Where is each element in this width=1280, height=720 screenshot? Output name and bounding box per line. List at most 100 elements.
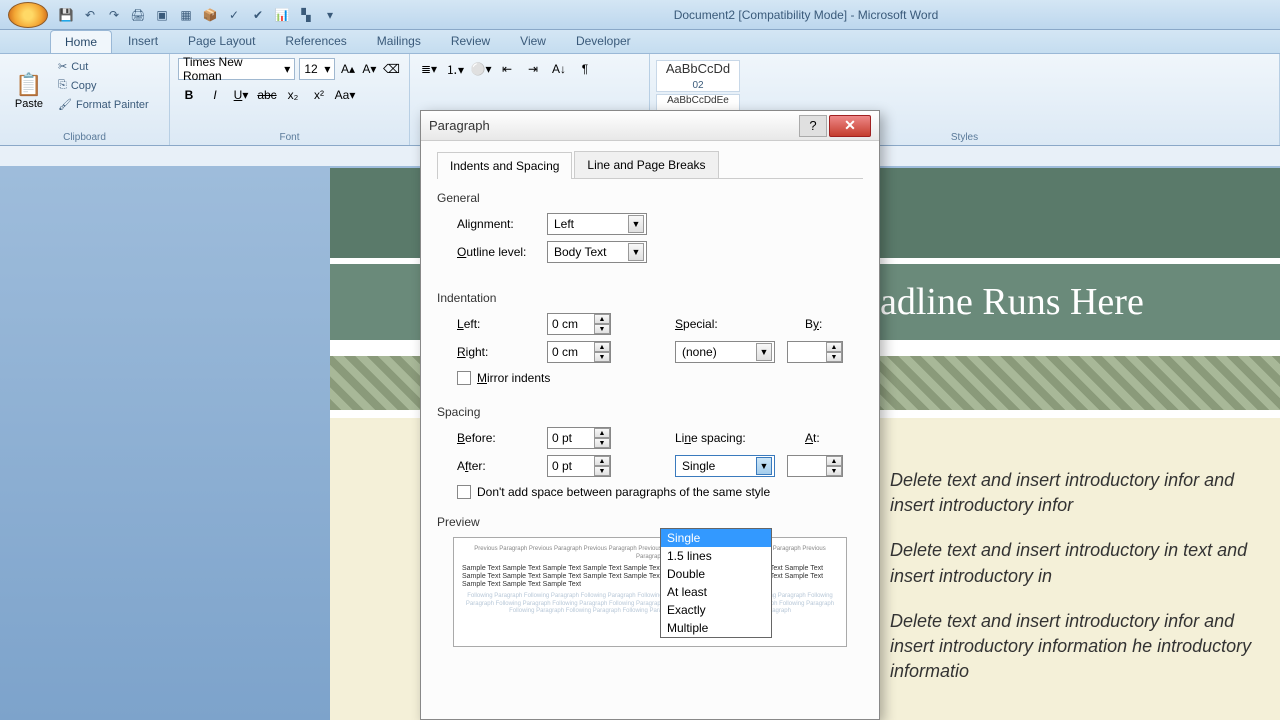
spinner-down-icon[interactable]: ▼ (826, 352, 842, 362)
spinner-up-icon[interactable]: ▲ (594, 456, 610, 466)
tab-line-page-breaks[interactable]: Line and Page Breaks (574, 151, 718, 178)
numbering-button[interactable]: ⒈▾ (444, 58, 466, 80)
paste-label: Paste (15, 98, 43, 110)
copy-button[interactable]: ⎘Copy (54, 77, 153, 94)
clipboard-label: Clipboard (0, 132, 169, 143)
dropdown-option-at-least[interactable]: At least (661, 583, 771, 601)
bold-button[interactable]: B (178, 84, 200, 106)
dialog-help-button[interactable]: ? (799, 115, 827, 137)
dropdown-option-single[interactable]: Single (661, 529, 771, 547)
indent-right-spinner[interactable]: 0 cm▲▼ (547, 341, 611, 363)
spinner-up-icon[interactable]: ▲ (594, 428, 610, 438)
dont-add-space-label: Don't add space between paragraphs of th… (477, 485, 770, 499)
indent-left-spinner[interactable]: 0 cm▲▼ (547, 313, 611, 335)
spellcheck-icon[interactable]: ✓ (224, 5, 244, 25)
spinner-up-icon[interactable]: ▲ (594, 314, 610, 324)
mirror-indents-checkbox[interactable] (457, 371, 471, 385)
print-icon[interactable]: 🖨 (128, 5, 148, 25)
box-icon[interactable]: 📦 (200, 5, 220, 25)
preview-icon[interactable]: ▣ (152, 5, 172, 25)
show-marks-button[interactable]: ¶ (574, 58, 596, 80)
at-spinner[interactable]: ▲▼ (787, 455, 843, 477)
after-spinner[interactable]: 0 pt▲▼ (547, 455, 611, 477)
preview-sample: Sample Text Sample Text Sample Text Samp… (462, 565, 838, 590)
style-item[interactable]: AaBbCcDd02 (656, 60, 740, 92)
strikethrough-button[interactable]: abc (256, 84, 278, 106)
tab-review[interactable]: Review (437, 30, 504, 53)
tab-indents-spacing[interactable]: Indents and Spacing (437, 152, 572, 179)
doc-paragraph[interactable]: Delete text and insert introductory info… (890, 609, 1260, 685)
underline-button[interactable]: U▾ (230, 84, 252, 106)
multilevel-button[interactable]: ⚪▾ (470, 58, 492, 80)
chart-icon[interactable]: 📊 (272, 5, 292, 25)
decrease-indent-button[interactable]: ⇤ (496, 58, 518, 80)
dropdown-option-multiple[interactable]: Multiple (661, 619, 771, 637)
special-combo[interactable]: (none)▼ (675, 341, 775, 363)
bullets-button[interactable]: ≣▾ (418, 58, 440, 80)
table-icon[interactable]: ▦ (176, 5, 196, 25)
mirror-indents-label: Mirror indents (477, 371, 550, 385)
dont-add-space-checkbox[interactable] (457, 485, 471, 499)
alignment-label: Alignment: (457, 217, 535, 231)
save-icon[interactable]: 💾 (56, 5, 76, 25)
redo-icon[interactable]: ↷ (104, 5, 124, 25)
italic-button[interactable]: I (204, 84, 226, 106)
spinner-down-icon[interactable]: ▼ (594, 466, 610, 476)
dropdown-option-exactly[interactable]: Exactly (661, 601, 771, 619)
tab-mailings[interactable]: Mailings (363, 30, 435, 53)
format-painter-button[interactable]: 🖌Format Painter (54, 96, 153, 113)
spinner-down-icon[interactable]: ▼ (594, 352, 610, 362)
tab-insert[interactable]: Insert (114, 30, 172, 53)
undo-icon[interactable]: ↶ (80, 5, 100, 25)
spinner-up-icon[interactable]: ▲ (826, 456, 842, 466)
alignment-combo[interactable]: Left▼ (547, 213, 647, 235)
by-spinner[interactable]: ▲▼ (787, 341, 843, 363)
paste-button[interactable]: 📋 Paste (8, 58, 50, 124)
clear-formatting-button[interactable]: ⌫ (382, 58, 401, 80)
sort-button[interactable]: A↓ (548, 58, 570, 80)
doc-paragraph[interactable]: Delete text and insert introductory info… (890, 468, 1260, 518)
spinner-down-icon[interactable]: ▼ (594, 324, 610, 334)
check-icon[interactable]: ✔ (248, 5, 268, 25)
line-spacing-combo[interactable]: Single▼ (675, 455, 775, 477)
shrink-font-button[interactable]: A▾ (361, 58, 378, 80)
office-button[interactable] (8, 2, 48, 28)
font-size-combo[interactable]: 12▾ (299, 58, 335, 80)
grow-font-button[interactable]: A▴ (339, 58, 356, 80)
before-spinner[interactable]: 0 pt▲▼ (547, 427, 611, 449)
superscript-button[interactable]: x² (308, 84, 330, 106)
spinner-down-icon[interactable]: ▼ (826, 466, 842, 476)
doc-paragraph[interactable]: Delete text and insert introductory in t… (890, 538, 1260, 588)
chevron-down-icon: ▼ (756, 457, 772, 475)
scissors-icon: ✂ (58, 60, 67, 73)
tab-view[interactable]: View (506, 30, 560, 53)
spinner-up-icon[interactable]: ▲ (826, 342, 842, 352)
paragraph-dialog: Paragraph ? ✕ Indents and Spacing Line a… (420, 110, 880, 720)
general-section-label: General (437, 191, 863, 205)
spinner-up-icon[interactable]: ▲ (594, 342, 610, 352)
window-title: Document2 [Compatibility Mode] - Microso… (340, 8, 1272, 22)
title-bar: 💾 ↶ ↷ 🖨 ▣ ▦ 📦 ✓ ✔ 📊 ▚ ▾ Document2 [Compa… (0, 0, 1280, 30)
tab-references[interactable]: References (271, 30, 360, 53)
tab-home[interactable]: Home (50, 30, 112, 53)
dropdown-option-double[interactable]: Double (661, 565, 771, 583)
apps-icon[interactable]: ▚ (296, 5, 316, 25)
change-case-button[interactable]: Aa▾ (334, 84, 356, 106)
line-spacing-dropdown[interactable]: Single 1.5 lines Double At least Exactly… (660, 528, 772, 638)
qat-dropdown-icon[interactable]: ▾ (320, 5, 340, 25)
dialog-titlebar[interactable]: Paragraph ? ✕ (421, 111, 879, 141)
dialog-tabs: Indents and Spacing Line and Page Breaks (437, 151, 863, 179)
font-name-combo[interactable]: Times New Roman▾ (178, 58, 295, 80)
chevron-down-icon: ▾ (324, 62, 330, 76)
spinner-down-icon[interactable]: ▼ (594, 438, 610, 448)
outline-level-combo[interactable]: Body Text▼ (547, 241, 647, 263)
preview-text: Previous Paragraph Previous Paragraph Pr… (462, 546, 838, 562)
tab-page-layout[interactable]: Page Layout (174, 30, 269, 53)
subscript-button[interactable]: x₂ (282, 84, 304, 106)
dialog-close-button[interactable]: ✕ (829, 115, 871, 137)
increase-indent-button[interactable]: ⇥ (522, 58, 544, 80)
cut-button[interactable]: ✂Cut (54, 58, 153, 75)
dropdown-option-1-5[interactable]: 1.5 lines (661, 547, 771, 565)
tab-developer[interactable]: Developer (562, 30, 645, 53)
quick-access-toolbar: 💾 ↶ ↷ 🖨 ▣ ▦ 📦 ✓ ✔ 📊 ▚ ▾ (56, 5, 340, 25)
